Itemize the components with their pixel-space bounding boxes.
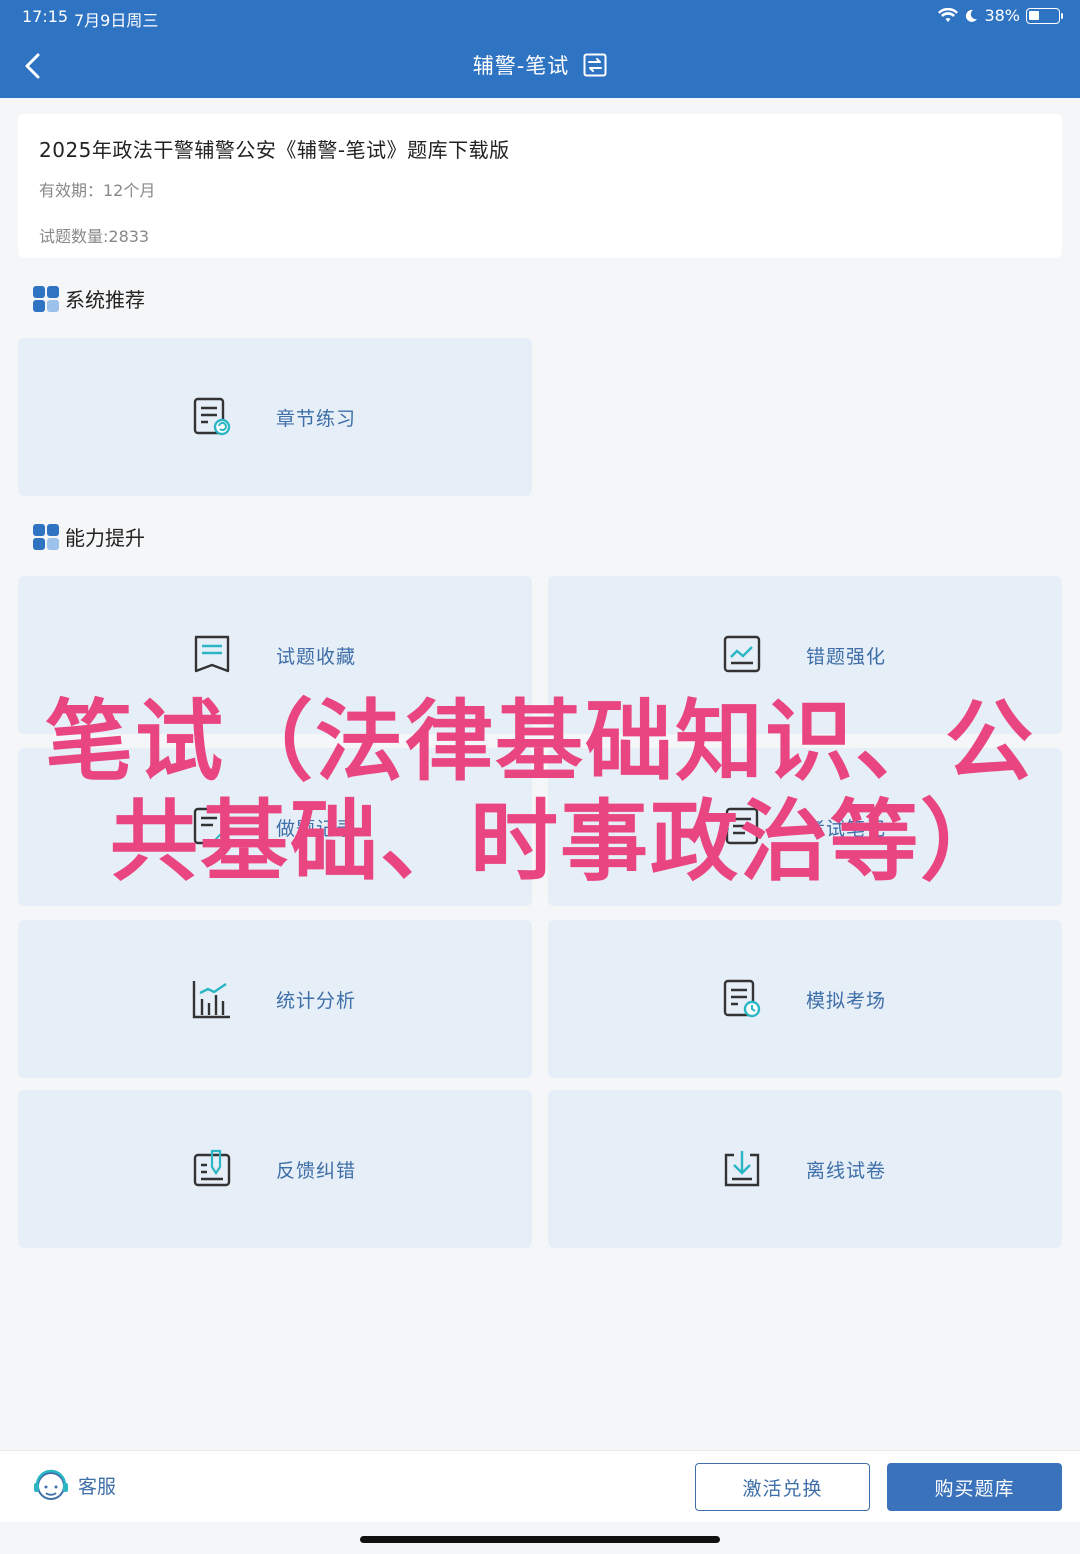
tile-label: 模拟考场 — [806, 990, 887, 1012]
tile-feedback[interactable]: 反馈纠错 — [18, 1090, 532, 1248]
headset-icon — [34, 1469, 68, 1500]
section-title: 能力提升 — [65, 526, 145, 550]
tile-mock-exam[interactable]: 模拟考场 — [548, 920, 1062, 1078]
page-title: 辅警-笔试 — [472, 54, 570, 78]
activate-redeem-button[interactable]: 激活兑换 — [695, 1463, 870, 1511]
nav-bar: 辅警-笔试 — [0, 34, 1080, 98]
status-date: 7月9日周三 — [74, 11, 159, 30]
tile-exam-notes[interactable]: 考试笔记 — [548, 748, 1062, 906]
status-time: 17:15 — [22, 7, 69, 26]
tile-label: 离线试卷 — [806, 1160, 887, 1182]
tile-favorites[interactable]: 试题收藏 — [18, 576, 532, 734]
home-indicator — [360, 1536, 720, 1543]
tile-label: 统计分析 — [276, 990, 357, 1012]
tile-error-boost[interactable]: 错题强化 — [548, 576, 1062, 734]
battery-percent: 38% — [984, 6, 1020, 25]
trend-chart-icon — [723, 635, 761, 673]
tile-offline-paper[interactable]: 离线试卷 — [548, 1090, 1062, 1248]
bookmark-list-icon — [194, 635, 230, 673]
section-title: 系统推荐 — [65, 288, 145, 312]
status-right: 38% — [938, 6, 1063, 25]
section-ability-header: 能力提升 — [33, 522, 145, 551]
tile-label: 反馈纠错 — [276, 1160, 357, 1182]
download-icon — [724, 1151, 760, 1187]
question-bank-name: 2025年政法干警辅警公安《辅警-笔试》题库下载版 — [39, 138, 510, 162]
tile-label: 考试笔记 — [806, 818, 887, 840]
validity-text: 有效期：12个月 — [39, 181, 156, 200]
switch-icon[interactable] — [583, 53, 607, 77]
question-count: 试题数量:2833 — [39, 227, 150, 246]
bar-chart-icon — [192, 981, 230, 1019]
notes-icon — [725, 807, 759, 845]
edit-record-icon — [193, 807, 233, 847]
question-bank-card: 2025年政法干警辅警公安《辅警-笔试》题库下载版 有效期：12个月 试题数量:… — [18, 114, 1062, 258]
feedback-icon — [193, 1149, 231, 1187]
battery-icon — [1026, 7, 1063, 24]
tile-label: 错题强化 — [806, 646, 887, 668]
tile-label: 做题记录 — [276, 818, 357, 840]
wifi-icon — [938, 7, 959, 22]
status-bar: 17:15 7月9日周三 38% — [0, 0, 1080, 34]
buy-question-bank-button[interactable]: 购买题库 — [887, 1463, 1062, 1511]
moon-icon — [966, 9, 978, 22]
tile-statistics[interactable]: 统计分析 — [18, 920, 532, 1078]
grid-icon — [33, 523, 59, 550]
customer-service-button[interactable]: 客服 — [32, 1465, 116, 1505]
bottom-bar: 客服 激活兑换 购买题库 — [0, 1450, 1080, 1522]
customer-service-label: 客服 — [78, 1475, 117, 1498]
tile-chapter-practice[interactable]: 章节练习 — [18, 338, 532, 496]
section-recommend-header: 系统推荐 — [33, 284, 145, 313]
chapter-practice-icon — [193, 397, 231, 436]
tile-label: 章节练习 — [276, 408, 357, 430]
exam-clock-icon — [723, 979, 761, 1018]
tile-label: 试题收藏 — [276, 646, 357, 668]
grid-icon — [33, 285, 59, 312]
tile-practice-record[interactable]: 做题记录 — [18, 748, 532, 906]
